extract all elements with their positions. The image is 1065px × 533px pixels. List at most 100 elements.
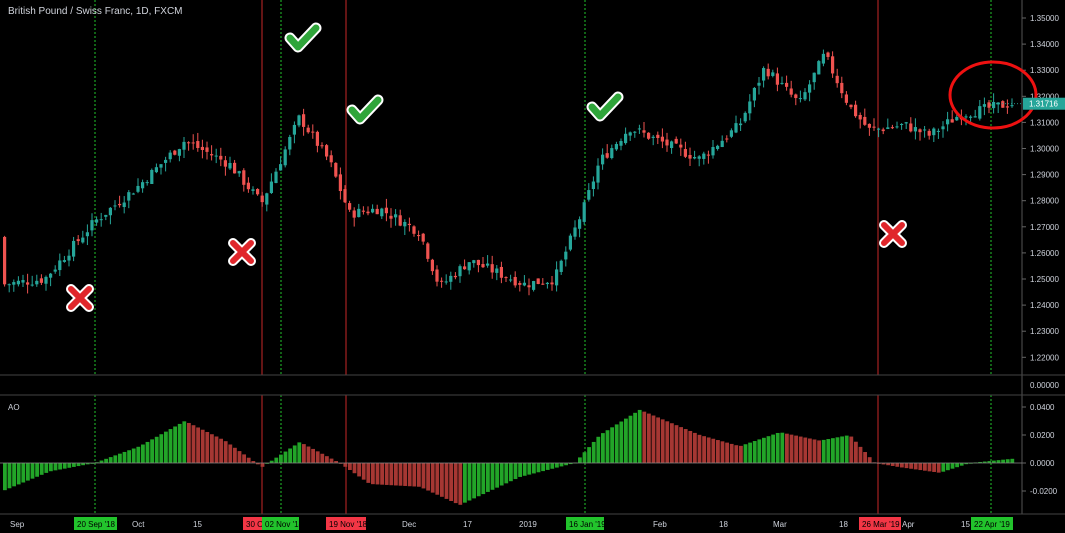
candle-body bbox=[260, 195, 264, 203]
ao-tick-label: 0.0400 bbox=[1030, 403, 1055, 412]
candle-body bbox=[187, 142, 191, 144]
ao-bar bbox=[591, 441, 596, 463]
candle-body bbox=[670, 141, 674, 149]
last-price-label: 1.31716 bbox=[1029, 100, 1058, 109]
candle-body bbox=[725, 138, 729, 140]
ao-bar bbox=[651, 415, 656, 463]
candle-body bbox=[1001, 101, 1005, 108]
ao-bar bbox=[371, 463, 375, 485]
ao-bar bbox=[610, 427, 614, 463]
ao-bar bbox=[430, 463, 435, 493]
ao-bar bbox=[1005, 459, 1010, 463]
candle-body bbox=[808, 84, 812, 93]
candle-body bbox=[1010, 105, 1014, 107]
ao-bar bbox=[486, 463, 490, 492]
ao-bar bbox=[315, 451, 320, 463]
candle-body bbox=[766, 68, 770, 77]
price-tick-label: 1.34000 bbox=[1030, 40, 1059, 49]
time-tick-label: 18 bbox=[839, 520, 848, 529]
candle-body bbox=[642, 130, 646, 133]
candle-body bbox=[164, 159, 168, 163]
candle-body bbox=[35, 280, 39, 285]
candle-body bbox=[384, 207, 388, 214]
candle-body bbox=[752, 87, 756, 101]
candle-body bbox=[118, 203, 122, 206]
ao-bar bbox=[936, 463, 941, 473]
candle-body bbox=[182, 141, 186, 150]
ao-bar bbox=[260, 463, 265, 467]
ao-bar bbox=[159, 434, 164, 463]
candle-body bbox=[762, 68, 766, 81]
time-tick-label: 15 bbox=[961, 520, 970, 529]
ao-bar bbox=[578, 457, 582, 463]
ao-bar bbox=[955, 463, 959, 468]
candle-body bbox=[734, 123, 738, 133]
ao-bar bbox=[53, 463, 58, 471]
ao-bar bbox=[518, 463, 522, 477]
time-tick-label: 2019 bbox=[519, 520, 537, 529]
time-tick-label: Sep bbox=[10, 520, 25, 529]
candle-body bbox=[380, 208, 384, 217]
ao-bar bbox=[297, 442, 302, 463]
price-tick-label: 1.28000 bbox=[1030, 197, 1059, 206]
chart-canvas[interactable]: British Pound / Swiss Franc, 1D, FXCM AO… bbox=[0, 0, 1065, 533]
ao-bar bbox=[817, 440, 821, 463]
candle-body bbox=[716, 145, 720, 149]
ao-bar bbox=[927, 463, 932, 472]
candle-body bbox=[210, 154, 214, 156]
candle-body bbox=[798, 98, 802, 100]
ao-bar bbox=[803, 437, 808, 463]
cross-icon bbox=[66, 284, 94, 312]
ao-bar bbox=[380, 463, 384, 485]
candle-body bbox=[693, 157, 697, 159]
ao-bar bbox=[458, 463, 463, 505]
ao-bar bbox=[826, 439, 831, 463]
time-tick-label: Oct bbox=[132, 520, 145, 529]
candle-body bbox=[371, 208, 375, 213]
candle-body bbox=[665, 139, 669, 146]
candle-body bbox=[256, 188, 260, 195]
time-tick-label: 17 bbox=[463, 520, 472, 529]
candle-body bbox=[610, 148, 614, 159]
ao-bar bbox=[16, 463, 21, 485]
ao-bar bbox=[702, 436, 706, 463]
candle-body bbox=[941, 126, 945, 130]
date-badge-label: 19 Nov '18 bbox=[329, 520, 368, 529]
date-badge-label: 02 Nov '18 bbox=[265, 520, 304, 529]
candle-body bbox=[555, 269, 559, 286]
ao-bar bbox=[311, 448, 315, 463]
ao-bar bbox=[440, 463, 444, 497]
ao-bar bbox=[467, 463, 472, 501]
candle-body bbox=[518, 283, 522, 285]
candle-body bbox=[177, 149, 181, 156]
ao-bar bbox=[794, 435, 798, 463]
ao-bar bbox=[348, 463, 352, 470]
candle-body bbox=[992, 101, 996, 109]
candle-body bbox=[145, 182, 149, 184]
ao-bar bbox=[44, 463, 49, 473]
candle-body bbox=[85, 232, 89, 237]
candle-body bbox=[283, 149, 287, 166]
candle-body bbox=[458, 266, 462, 277]
ao-bar bbox=[532, 463, 536, 474]
candle-body bbox=[771, 72, 775, 76]
ao-bar bbox=[527, 463, 532, 475]
ao-bar bbox=[412, 463, 417, 487]
ao-bar bbox=[463, 463, 467, 503]
candle-body bbox=[297, 115, 301, 126]
ao-bar bbox=[762, 437, 766, 463]
candle-body bbox=[113, 205, 117, 207]
ao-bar bbox=[283, 451, 288, 463]
ao-bar bbox=[624, 418, 628, 463]
candle-body bbox=[877, 128, 881, 130]
candle-body bbox=[21, 280, 25, 283]
date-badge-label: 30 O bbox=[246, 520, 263, 529]
ao-bar bbox=[674, 425, 679, 463]
ao-bar bbox=[389, 463, 394, 486]
ao-bar bbox=[789, 434, 794, 463]
time-tick-label: Apr bbox=[902, 520, 915, 529]
ao-bar bbox=[628, 415, 633, 463]
ao-bar bbox=[706, 437, 711, 463]
candle-body bbox=[7, 284, 11, 286]
candle-body bbox=[191, 142, 195, 144]
